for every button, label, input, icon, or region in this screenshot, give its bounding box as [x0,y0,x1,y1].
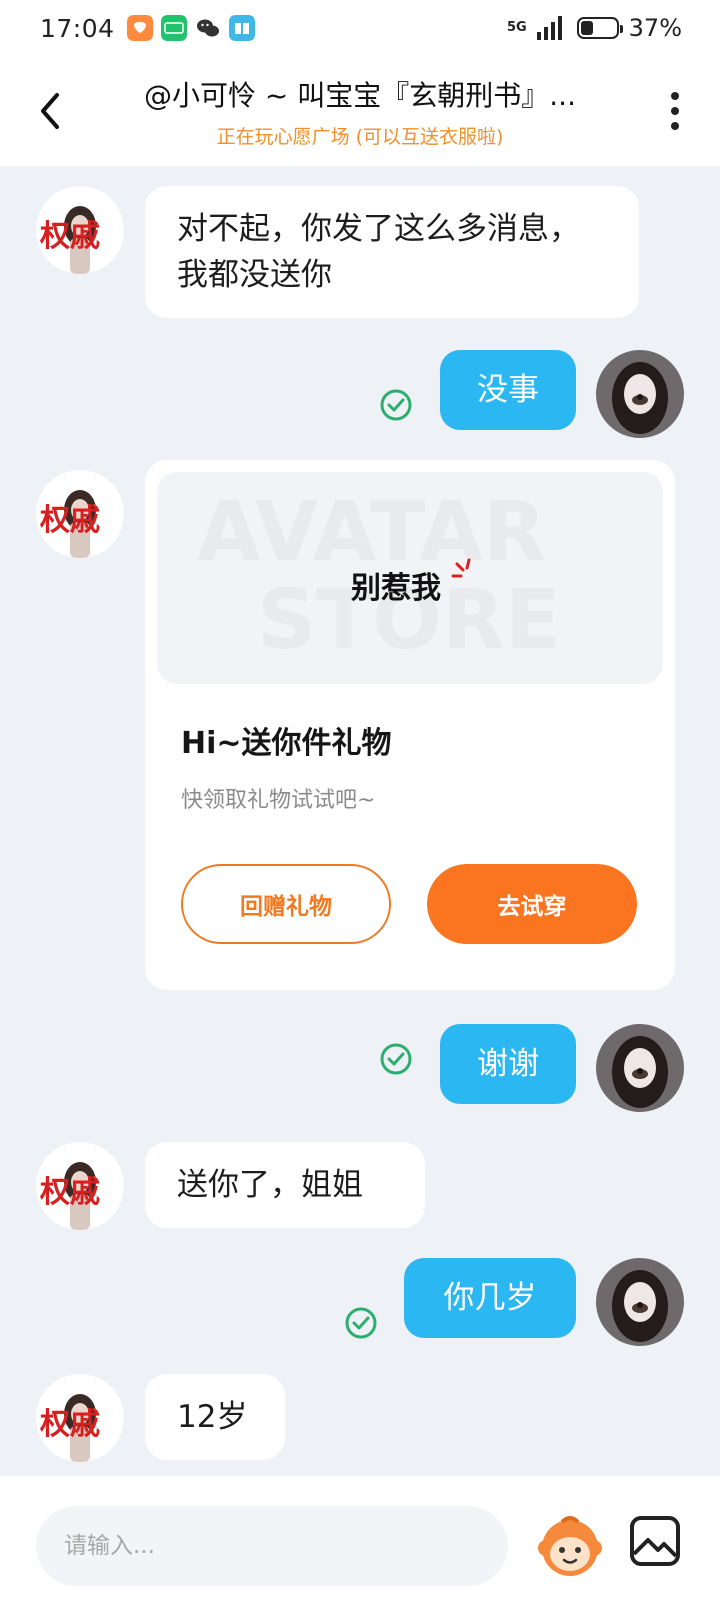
status-right: 5G 37% [507,14,682,42]
sticker-button[interactable] [532,1508,608,1584]
more-options-button[interactable] [630,56,720,166]
svg-text:权戚: 权戚 [39,219,100,254]
more-dot-icon [671,107,679,115]
message-bubble-outgoing[interactable]: 没事 [440,350,576,430]
banner-watermark-line1: AVATAR [197,485,546,580]
chat-title-area[interactable]: @小可怜 ~ 叫宝宝『玄朝刑书』... 正在玩心愿广场 (可以互送衣服啦) [100,74,630,149]
gift-banner-art: AVATAR STORE 别惹我 [197,485,561,668]
message-bubble-incoming[interactable]: 送你了，姐姐 [145,1142,425,1228]
contact-avatar[interactable]: 权戚 [36,1142,124,1230]
chevron-left-icon [41,93,59,129]
my-avatar[interactable] [596,350,684,438]
notification-icons [126,15,255,41]
iqiyi-app-icon [160,15,187,41]
gift-title: Hi~送你件礼物 [181,726,392,761]
back-button[interactable] [0,56,100,166]
message-input[interactable] [36,1506,508,1586]
svg-text:权戚: 权戚 [39,1175,100,1210]
input-bar [0,1476,720,1612]
signal-icon [536,16,562,40]
sent-check-icon [380,1043,412,1075]
message-bubble-outgoing[interactable]: 你几岁 [404,1258,576,1338]
contact-avatar[interactable]: 权戚 [36,186,124,274]
gift-card[interactable]: AVATAR STORE 别惹我 Hi~送你件礼物 快领取礼物试试吧~ 回赠礼物… [145,460,675,990]
taobao-app-icon [126,15,153,41]
return-gift-button[interactable]: 回赠礼物 [181,864,391,944]
image-icon [630,1516,680,1566]
reader-app-icon [228,15,255,41]
monkey-sticker-icon [538,1516,602,1576]
message-bubble-incoming[interactable]: 12岁 [145,1374,285,1460]
svg-text:权戚: 权戚 [39,503,100,538]
my-avatar[interactable] [596,1258,684,1346]
more-dot-icon [671,122,679,130]
svg-text:权戚: 权戚 [39,1407,100,1442]
message-bubble-incoming[interactable]: 对不起，你发了这么多消息，我都没送你 [145,186,639,318]
chat-header: @小可怜 ~ 叫宝宝『玄朝刑书』... 正在玩心愿广场 (可以互送衣服啦) [0,56,720,166]
status-bar: 17:04 5G 37% [0,0,720,56]
chat-status: 正在玩心愿广场 (可以互送衣服啦) [216,125,504,148]
gift-banner: AVATAR STORE 别惹我 [157,472,663,684]
more-dot-icon [671,92,679,100]
gift-description: 快领取礼物试试吧~ [181,788,376,813]
battery-percent: 37% [628,14,682,42]
chat-title: @小可怜 ~ 叫宝宝『玄朝刑书』... [144,78,576,112]
wechat-icon [196,19,219,37]
contact-avatar[interactable]: 权戚 [36,1374,124,1462]
try-on-button[interactable]: 去试穿 [427,864,637,944]
sent-check-icon [380,389,412,421]
network-indicator: 5G [506,20,527,35]
message-bubble-outgoing[interactable]: 谢谢 [440,1024,576,1104]
my-avatar[interactable] [596,1024,684,1112]
battery-level [580,21,594,35]
status-time: 17:04 [40,13,115,43]
gift-sticker-text: 别惹我 [351,571,441,606]
image-button[interactable] [628,1514,682,1568]
sent-check-icon [345,1307,377,1339]
battery-icon [576,17,623,39]
contact-avatar[interactable]: 权戚 [36,470,124,558]
